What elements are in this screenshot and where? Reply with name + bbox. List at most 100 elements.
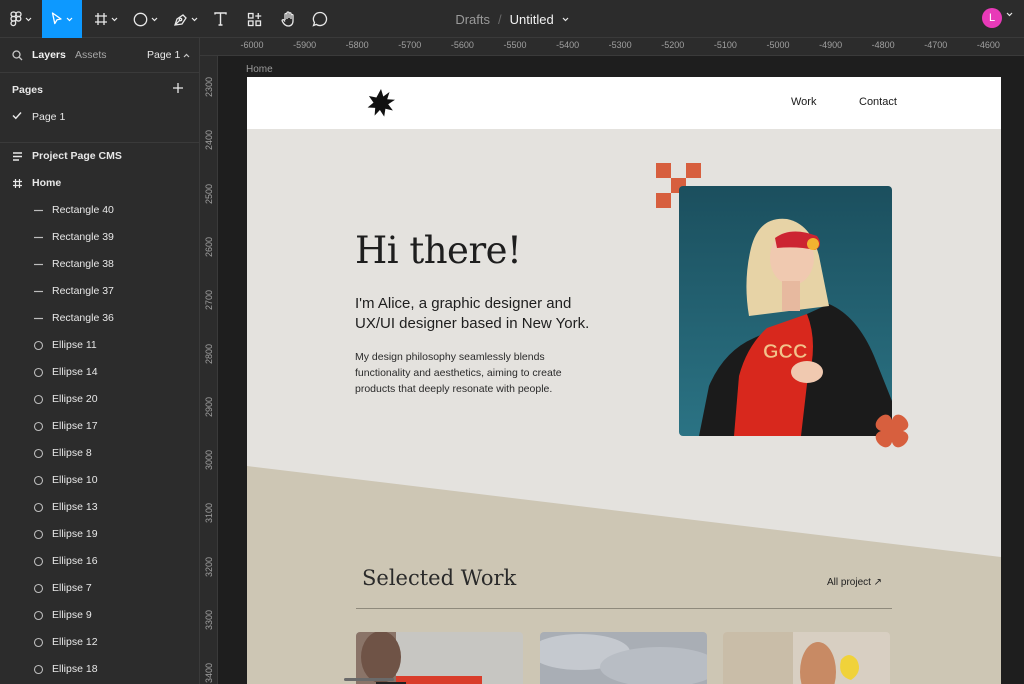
line-icon [33, 313, 44, 327]
page-selector-label: Page 1 [147, 49, 181, 61]
ellipse-icon [133, 12, 147, 26]
ruler-tick-label: -5300 [608, 40, 632, 50]
layer-item-label: Ellipse 13 [52, 501, 98, 513]
pen-icon [173, 13, 187, 26]
layer-item[interactable]: Rectangle 36 [0, 306, 199, 333]
layer-item[interactable]: Ellipse 18 [0, 657, 199, 684]
layer-item-label: Ellipse 10 [52, 474, 98, 486]
layer-item[interactable]: Ellipse 16 [0, 549, 199, 576]
shape-tool-button[interactable] [128, 0, 162, 38]
ruler-tick-label: 3100 [204, 503, 214, 524]
layer-item[interactable]: Ellipse 14 [0, 360, 199, 387]
ellipse-icon [33, 394, 44, 408]
line-icon [33, 286, 44, 300]
breadcrumb-separator: / [497, 11, 502, 27]
components-icon [247, 12, 261, 26]
ruler-tick-label: -5400 [556, 40, 580, 50]
ruler-tick-label: -5900 [293, 40, 317, 50]
ruler-tick-label: -5600 [450, 40, 474, 50]
panel-tabs: Layers Assets Page 1 [0, 38, 199, 73]
chevron-down-icon [25, 17, 32, 21]
layer-item-label: Rectangle 37 [52, 285, 114, 297]
ellipse-icon [33, 475, 44, 489]
layers-panel: Layers Assets Page 1 Pages Page 1 Projec… [0, 38, 200, 684]
search-icon[interactable] [12, 50, 23, 61]
nav-contact-link[interactable]: Contact [859, 96, 897, 108]
layer-item-label: Ellipse 18 [52, 663, 98, 675]
layer-item[interactable]: Ellipse 17 [0, 414, 199, 441]
layer-item[interactable]: Rectangle 37 [0, 279, 199, 306]
ellipse-icon [33, 421, 44, 435]
divider [0, 142, 199, 143]
ellipse-icon [33, 529, 44, 543]
chevron-down-icon [66, 17, 73, 21]
layer-item[interactable]: Rectangle 39 [0, 225, 199, 252]
all-projects-link[interactable]: All project ↗ [827, 577, 882, 588]
project-card-thumbnail[interactable] [723, 632, 890, 684]
user-avatar[interactable]: L [982, 8, 1002, 28]
layer-item[interactable]: Ellipse 11 [0, 333, 199, 360]
layer-item[interactable]: Ellipse 13 [0, 495, 199, 522]
tab-assets[interactable]: Assets [75, 49, 107, 61]
layer-item[interactable]: Rectangle 38 [0, 252, 199, 279]
layer-item[interactable]: Ellipse 10 [0, 468, 199, 495]
tab-layers[interactable]: Layers [32, 49, 66, 61]
layer-item-label: Ellipse 17 [52, 420, 98, 432]
ruler-tick-label: -4700 [924, 40, 948, 50]
project-name-link[interactable]: Drafts [455, 12, 490, 27]
home-frame[interactable]: Work Contact Hi there! I'm Alice, a grap… [247, 77, 1001, 684]
plus-icon[interactable] [172, 82, 184, 94]
layer-item[interactable]: Ellipse 20 [0, 387, 199, 414]
nav-work-link[interactable]: Work [791, 96, 816, 108]
checker-square [656, 163, 671, 178]
component-list-icon [12, 151, 23, 165]
pen-tool-button[interactable] [168, 0, 202, 38]
layer-item-label: Ellipse 12 [52, 636, 98, 648]
comment-tool-button[interactable] [306, 0, 334, 38]
layer-item[interactable]: Ellipse 9 [0, 603, 199, 630]
ruler-tick-label: 2900 [204, 396, 214, 417]
layer-item-label: Ellipse 7 [52, 582, 92, 594]
chevron-down-icon [151, 17, 157, 21]
project-card-thumbnail[interactable] [540, 632, 707, 684]
text-tool-button[interactable] [208, 0, 232, 38]
layer-item[interactable]: Ellipse 19 [0, 522, 199, 549]
layer-item[interactable]: Ellipse 7 [0, 576, 199, 603]
main-menu-button[interactable] [6, 0, 36, 38]
chevron-down-icon[interactable] [1006, 12, 1013, 17]
layer-item[interactable]: Ellipse 12 [0, 630, 199, 657]
canvas[interactable]: Home Work Contact Hi there! I'm Alice, a… [219, 57, 1024, 684]
layer-item-label: Rectangle 36 [52, 312, 114, 324]
layer-item[interactable]: Rectangle 40 [0, 198, 199, 225]
layer-item-label: Home [32, 177, 62, 189]
file-name[interactable]: Untitled [510, 12, 554, 27]
page-item[interactable]: Page 1 [0, 108, 199, 126]
layer-item-label: Ellipse 11 [52, 339, 97, 351]
layer-item[interactable]: Home [0, 171, 199, 198]
resources-button[interactable] [240, 0, 268, 38]
ruler-tick-label: 2400 [204, 130, 214, 151]
layer-item-label: Rectangle 39 [52, 231, 114, 243]
frame-tool-button[interactable] [90, 0, 122, 38]
checker-square [686, 163, 701, 178]
page-selector[interactable]: Page 1 [147, 49, 190, 61]
ruler-tick-label: -4600 [976, 40, 1000, 50]
horizontal-scrollbar[interactable] [344, 678, 394, 681]
layer-item-label: Ellipse 20 [52, 393, 98, 405]
layer-item[interactable]: Ellipse 8 [0, 441, 199, 468]
ruler-tick-label: 2800 [204, 343, 214, 364]
ellipse-icon [33, 556, 44, 570]
ruler-tick-label: -6000 [240, 40, 264, 50]
hero-subtitle: I'm Alice, a graphic designer and UX/UI … [355, 295, 590, 332]
hand-icon [281, 11, 294, 27]
move-tool-button[interactable] [42, 0, 82, 38]
text-icon [213, 12, 227, 26]
hand-tool-button[interactable] [274, 0, 302, 38]
ruler-tick-label: -5800 [345, 40, 369, 50]
layer-item[interactable]: Project Page CMS [0, 144, 199, 171]
page-item-label: Page 1 [32, 111, 66, 123]
chevron-down-icon[interactable] [562, 17, 569, 22]
project-card-thumbnail[interactable] [356, 632, 523, 684]
frame-label[interactable]: Home [246, 64, 273, 75]
ellipse-icon [33, 340, 44, 354]
